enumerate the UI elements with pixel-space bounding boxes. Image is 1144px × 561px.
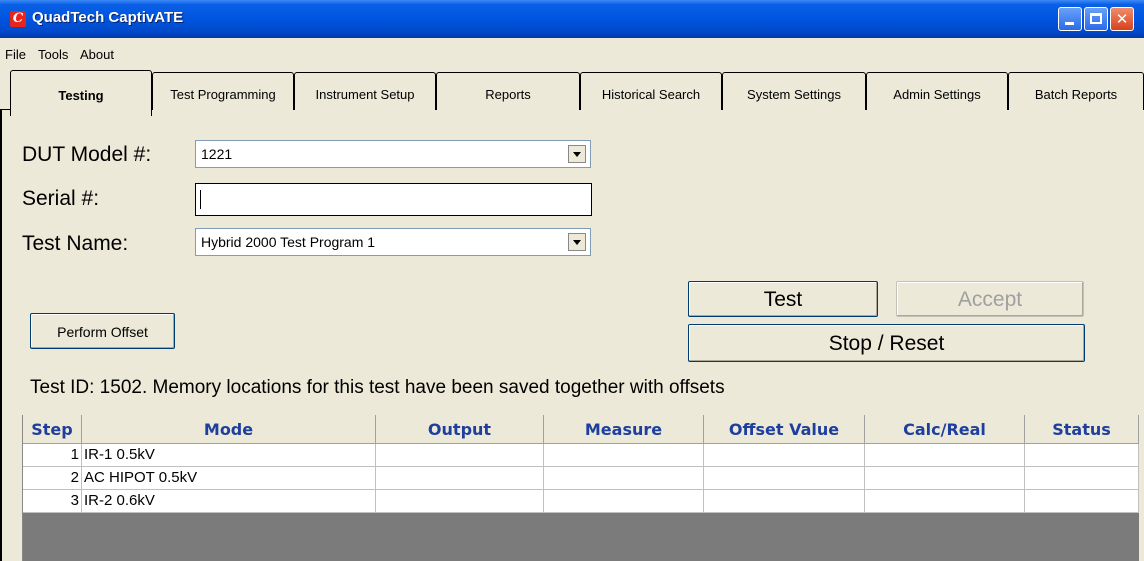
table-cell-status[interactable] xyxy=(1025,444,1139,467)
col-header-output[interactable]: Output xyxy=(376,415,544,444)
chevron-down-icon[interactable] xyxy=(568,233,586,251)
tab-historical-search[interactable]: Historical Search xyxy=(580,72,722,110)
dut-model-dropdown[interactable]: 1221 xyxy=(195,140,591,168)
menu-about[interactable]: About xyxy=(80,47,114,62)
serial-input[interactable] xyxy=(195,183,592,216)
table-cell-output[interactable] xyxy=(376,467,544,490)
table-cell-measure[interactable] xyxy=(544,444,704,467)
accept-button[interactable]: Accept xyxy=(896,281,1084,317)
results-grid[interactable]: Step Mode Output Measure Offset Value Ca… xyxy=(22,415,1139,561)
table-cell-status[interactable] xyxy=(1025,467,1139,490)
maximize-icon xyxy=(1090,13,1102,24)
table-cell-status[interactable] xyxy=(1025,490,1139,513)
tab-instrument-setup[interactable]: Instrument Setup xyxy=(294,72,436,110)
tab-testing[interactable]: Testing xyxy=(10,70,152,116)
test-button[interactable]: Test xyxy=(688,281,878,317)
stop-reset-button[interactable]: Stop / Reset xyxy=(688,324,1085,362)
tab-system-settings[interactable]: System Settings xyxy=(722,72,866,110)
test-name-value: Hybrid 2000 Test Program 1 xyxy=(201,234,376,250)
title-bar[interactable]: C QuadTech CaptivATE ✕ xyxy=(0,0,1144,38)
menu-file[interactable]: File xyxy=(5,47,26,62)
close-icon: ✕ xyxy=(1115,10,1129,28)
table-cell-mode[interactable]: AC HIPOT 0.5kV xyxy=(82,467,376,490)
table-cell-calc[interactable] xyxy=(865,444,1025,467)
test-name-label: Test Name: xyxy=(22,232,129,255)
table-cell-output[interactable] xyxy=(376,490,544,513)
col-header-mode[interactable]: Mode xyxy=(82,415,376,444)
table-cell-offset[interactable] xyxy=(704,467,865,490)
table-cell-offset[interactable] xyxy=(704,490,865,513)
tab-test-programming[interactable]: Test Programming xyxy=(152,72,294,110)
col-header-step[interactable]: Step xyxy=(23,415,82,444)
col-header-status[interactable]: Status xyxy=(1025,415,1139,444)
col-header-measure[interactable]: Measure xyxy=(544,415,704,444)
dut-model-value: 1221 xyxy=(201,146,233,162)
col-header-offset-value[interactable]: Offset Value xyxy=(704,415,865,444)
tab-reports[interactable]: Reports xyxy=(436,72,580,110)
table-cell-mode[interactable]: IR-2 0.6kV xyxy=(82,490,376,513)
window-title: QuadTech CaptivATE xyxy=(32,9,184,26)
table-cell-measure[interactable] xyxy=(544,490,704,513)
panel-edge xyxy=(0,110,2,561)
table-cell-output[interactable] xyxy=(376,444,544,467)
table-cell-step[interactable]: 2 xyxy=(23,467,82,490)
test-name-dropdown[interactable]: Hybrid 2000 Test Program 1 xyxy=(195,228,591,256)
col-header-calc-real[interactable]: Calc/Real xyxy=(865,415,1025,444)
chevron-down-icon[interactable] xyxy=(568,145,586,163)
table-cell-measure[interactable] xyxy=(544,467,704,490)
tab-admin-settings[interactable]: Admin Settings xyxy=(866,72,1008,110)
menu-tools[interactable]: Tools xyxy=(38,47,68,62)
app-logo-icon: C xyxy=(10,11,26,27)
table-cell-mode[interactable]: IR-1 0.5kV xyxy=(82,444,376,467)
test-id-status: Test ID: 1502. Memory locations for this… xyxy=(30,377,725,398)
table-cell-step[interactable]: 3 xyxy=(23,490,82,513)
close-button[interactable]: ✕ xyxy=(1110,7,1134,31)
table-cell-calc[interactable] xyxy=(865,467,1025,490)
minimize-icon xyxy=(1065,22,1074,25)
text-cursor xyxy=(200,190,201,209)
tab-batch-reports[interactable]: Batch Reports xyxy=(1008,72,1144,110)
serial-label: Serial #: xyxy=(22,187,100,210)
dut-model-label: DUT Model #: xyxy=(22,143,152,166)
maximize-button[interactable] xyxy=(1084,7,1108,31)
table-cell-calc[interactable] xyxy=(865,490,1025,513)
table-cell-offset[interactable] xyxy=(704,444,865,467)
table-cell-step[interactable]: 1 xyxy=(23,444,82,467)
minimize-button[interactable] xyxy=(1058,7,1082,31)
perform-offset-button[interactable]: Perform Offset xyxy=(30,313,175,349)
